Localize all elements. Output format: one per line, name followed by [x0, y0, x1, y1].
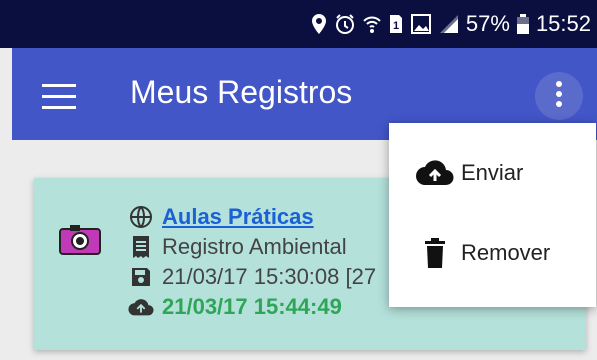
record-type-row: Registro Ambiental	[128, 234, 347, 260]
more-options-button[interactable]	[535, 72, 583, 120]
record-title-row: Aulas Práticas	[128, 204, 314, 230]
record-type-text: Registro Ambiental	[162, 234, 347, 259]
overflow-menu: Enviar Remover	[389, 123, 596, 307]
alarm-icon	[334, 13, 356, 35]
hamburger-menu-icon[interactable]	[42, 84, 76, 110]
record-saved-time: 21/03/17 15:30:08 [27	[162, 264, 377, 289]
menu-item-label: Remover	[461, 240, 551, 265]
save-icon	[128, 264, 154, 290]
menu-item-enviar[interactable]: Enviar	[389, 137, 596, 209]
trash-icon	[415, 233, 455, 273]
more-vertical-icon	[555, 80, 563, 113]
globe-icon	[128, 204, 154, 230]
record-saved-row: 21/03/17 15:30:08 [27	[128, 264, 376, 290]
cloud-upload-icon	[415, 153, 455, 193]
camera-icon	[58, 222, 102, 256]
record-uploaded-row: 21/03/17 15:44:49	[128, 294, 342, 320]
record-uploaded-time: 21/03/17 15:44:49	[162, 294, 342, 319]
status-bar: 1 57% 15:52	[0, 0, 597, 48]
wifi-icon	[362, 13, 382, 35]
status-icons: 1 57% 15:52	[310, 0, 591, 48]
signal-icon	[438, 13, 460, 35]
sim-icon: 1	[388, 13, 404, 35]
menu-item-remover[interactable]: Remover	[389, 217, 596, 289]
record-title-link[interactable]: Aulas Práticas	[162, 204, 314, 230]
svg-text:1: 1	[393, 20, 399, 32]
location-icon	[310, 13, 328, 35]
clock: 15:52	[535, 11, 591, 36]
battery-percentage: 57%	[465, 11, 510, 36]
receipt-icon	[128, 234, 154, 260]
page-title: Meus Registros	[130, 74, 353, 110]
menu-item-label: Enviar	[461, 160, 524, 185]
battery-icon	[516, 13, 530, 35]
cloud-upload-icon	[128, 294, 154, 320]
image-icon	[410, 13, 432, 35]
